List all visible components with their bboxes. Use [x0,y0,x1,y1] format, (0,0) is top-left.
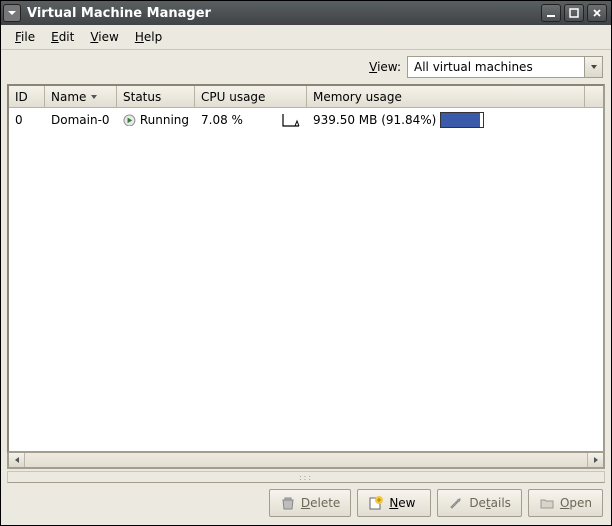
close-icon [592,8,602,18]
memory-bar [440,112,484,128]
grip-dots-icon: ::: [299,473,313,482]
new-button[interactable]: New [357,489,431,517]
cpu-sparkline-icon [281,112,301,128]
menu-file[interactable]: File [7,28,43,46]
main-window: Virtual Machine Manager File Edit View H… [0,0,612,526]
table-row[interactable]: 0 Domain-0 Running 7.08 % 939.50 MB (91.… [9,108,603,132]
view-filter-value: All virtual machines [408,60,584,74]
view-filter-combo[interactable]: All virtual machines [407,56,603,78]
cell-status: Running [117,108,195,132]
window-title: Virtual Machine Manager [27,6,538,21]
view-filter-row: View: All virtual machines [1,50,611,84]
sort-indicator-icon [90,90,98,104]
table-body[interactable]: 0 Domain-0 Running 7.08 % 939.50 MB (91.… [9,108,603,451]
column-id[interactable]: ID [9,86,45,107]
details-button[interactable]: Details [437,489,522,517]
running-icon [123,113,136,127]
menu-help[interactable]: Help [127,28,170,46]
wrench-icon [448,495,464,511]
new-icon [368,495,384,511]
table-header: ID Name Status CPU usage Memory usage [9,86,603,108]
maximize-button[interactable] [564,4,584,22]
memory-bar-fill [441,113,480,127]
trash-icon [280,495,296,511]
scroll-left-button[interactable] [9,453,25,467]
pane-resize-grip[interactable]: ::: [7,471,605,483]
minimize-button[interactable] [541,4,561,22]
view-filter-label: View: [369,60,401,74]
close-button[interactable] [587,4,607,22]
horizontal-scrollbar[interactable] [7,453,605,469]
menu-edit[interactable]: Edit [43,28,82,46]
triangle-left-icon [13,456,21,464]
cell-id: 0 [9,108,45,132]
column-status[interactable]: Status [117,86,195,107]
combo-dropdown-button[interactable] [584,57,602,77]
titlebar: Virtual Machine Manager [1,1,611,25]
column-name[interactable]: Name [45,86,117,107]
triangle-right-icon [592,456,600,464]
column-memory[interactable]: Memory usage [307,86,585,107]
menubar: File Edit View Help [1,25,611,50]
cell-memory: 939.50 MB (91.84%) [307,108,603,132]
delete-button[interactable]: Delete [269,489,351,517]
maximize-icon [569,8,579,18]
column-cpu[interactable]: CPU usage [195,86,307,107]
open-button[interactable]: Open [528,489,603,517]
cell-cpu: 7.08 % [195,108,307,132]
folder-open-icon [539,495,555,511]
scroll-track[interactable] [25,453,587,467]
menu-view[interactable]: View [82,28,126,46]
column-scroll-spacer [585,86,603,107]
scroll-right-button[interactable] [587,453,603,467]
cell-name: Domain-0 [45,108,117,132]
app-menu-icon[interactable] [3,4,21,22]
vm-table: ID Name Status CPU usage Memory usage 0 … [7,84,605,453]
bottom-toolbar: Delete New Details Open [1,483,611,525]
minimize-icon [546,8,556,18]
chevron-down-icon [590,63,598,71]
